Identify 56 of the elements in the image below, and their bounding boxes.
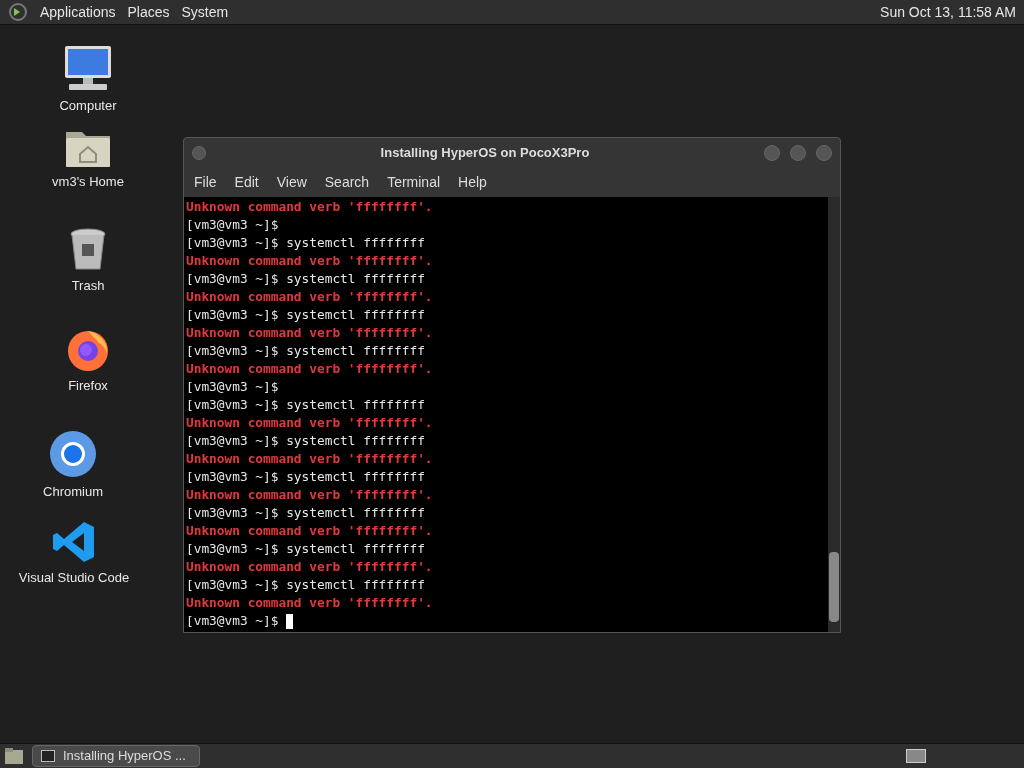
menu-item[interactable]: Search	[324, 171, 370, 193]
menu-item[interactable]: Help	[458, 171, 487, 193]
prompt-line: [vm3@vm3 ~]$ systemctl ffffffff	[186, 468, 425, 486]
desktop-icon-label[interactable]: Chromium	[43, 482, 103, 502]
trash-icon	[69, 228, 107, 272]
prompt-line: [vm3@vm3 ~]$ systemctl ffffffff	[186, 234, 425, 252]
desktop-icon-label[interactable]: Firefox	[68, 376, 108, 396]
error-line: Unknown command verb 'ffffffff'.	[186, 288, 433, 306]
prompt-line: [vm3@vm3 ~]$ systemctl ffffffff	[186, 306, 425, 324]
error-line: Unknown command verb 'ffffffff'.	[186, 558, 433, 576]
desktop-icon-label[interactable]: Computer	[59, 96, 117, 116]
vscode-icon	[52, 520, 96, 564]
close-button[interactable]	[816, 144, 832, 161]
error-line: Unknown command verb 'ffffffff'.	[186, 198, 433, 216]
window-title: Installing HyperOS on PocoX3Pro	[379, 143, 591, 162]
menu-item[interactable]: View	[276, 171, 307, 193]
prompt-line: [vm3@vm3 ~]$ systemctl ffffffff	[186, 342, 425, 360]
maximize-button[interactable]	[790, 144, 806, 161]
prompt-line: [vm3@vm3 ~]$	[186, 216, 279, 234]
error-line: Unknown command verb 'ffffffff'.	[186, 486, 433, 504]
error-line: Unknown command verb 'ffffffff'.	[186, 360, 433, 378]
prompt-line: [vm3@vm3 ~]$ systemctl ffffffff	[186, 396, 425, 414]
prompt-line: [vm3@vm3 ~]$ systemctl ffffffff	[186, 432, 425, 450]
desktop-icon-label[interactable]: vm3's Home	[52, 172, 124, 192]
prompt-line: [vm3@vm3 ~]$ systemctl ffffffff	[186, 504, 425, 522]
scrollbar-thumb[interactable]	[829, 552, 839, 622]
taskbar-button[interactable]: Installing HyperOS ...	[32, 745, 200, 767]
prompt-line: [vm3@vm3 ~]$ systemctl ffffffff	[186, 270, 425, 288]
prompt-line: [vm3@vm3 ~]$	[186, 378, 279, 396]
panel-menu[interactable]: System	[181, 1, 229, 23]
logo-icon	[8, 2, 28, 22]
menu-item[interactable]: Terminal	[387, 171, 441, 193]
error-line: Unknown command verb 'ffffffff'.	[186, 450, 433, 468]
menu-item[interactable]: File	[194, 171, 217, 193]
desktop-icon-label[interactable]: Visual Studio Code	[18, 568, 130, 588]
workspace-switcher[interactable]	[906, 749, 926, 763]
prompt-line: [vm3@vm3 ~]$ systemctl ffffffff	[186, 540, 425, 558]
error-line: Unknown command verb 'ffffffff'.	[186, 414, 433, 432]
scrollbar[interactable]	[828, 197, 840, 632]
clock[interactable]: Sun Oct 13, 11:58 AM	[880, 1, 1016, 23]
show-desktop-icon[interactable]	[4, 747, 24, 765]
error-line: Unknown command verb 'ffffffff'.	[186, 522, 433, 540]
panel-menu[interactable]: Places	[127, 1, 170, 23]
error-line: Unknown command verb 'ffffffff'.	[186, 324, 433, 342]
chromium-icon	[49, 430, 97, 478]
desktop-icon-label[interactable]: Trash	[71, 276, 105, 296]
panel-menu[interactable]: Applications	[40, 1, 116, 23]
terminal-icon	[41, 750, 55, 762]
monitor-icon	[63, 44, 113, 92]
prompt-line: [vm3@vm3 ~]$ systemctl ffffffff	[186, 576, 425, 594]
error-line: Unknown command verb 'ffffffff'.	[186, 252, 433, 270]
prompt-line: [vm3@vm3 ~]$	[186, 612, 279, 630]
window-menu-icon[interactable]	[192, 145, 206, 160]
error-line: Unknown command verb 'ffffffff'.	[186, 594, 433, 612]
menu-item[interactable]: Edit	[234, 171, 259, 193]
minimize-button[interactable]	[764, 144, 780, 161]
